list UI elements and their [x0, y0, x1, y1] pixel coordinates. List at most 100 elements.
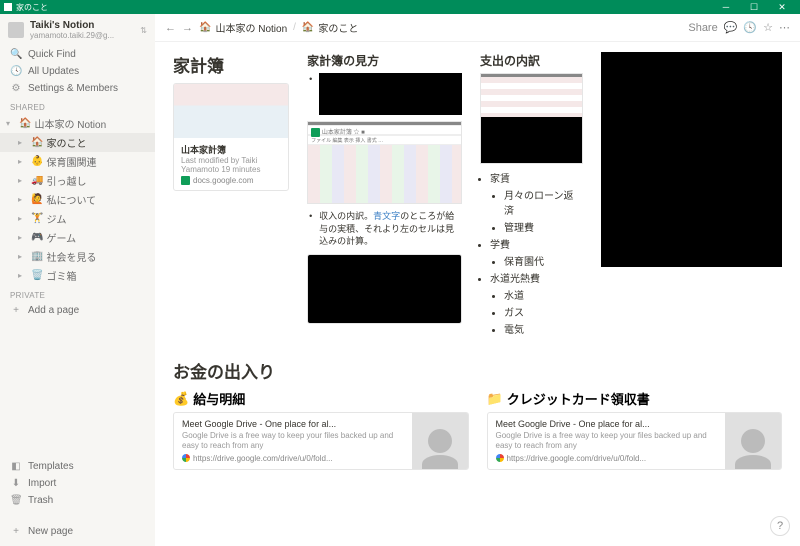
drive-url: https://drive.google.com/drive/u/0/fold.…: [193, 454, 333, 463]
drive-thumb: [725, 413, 781, 469]
list-item: 水道光熱費: [490, 270, 583, 285]
nav-forward[interactable]: →: [182, 22, 193, 34]
section-shared: SHARED: [0, 97, 155, 114]
import-icon: ⬇: [10, 478, 22, 489]
gear-icon: ⚙: [10, 83, 22, 94]
heading-expense: 支出の内訳: [480, 52, 583, 69]
nav-settings[interactable]: ⚙Settings & Members: [0, 80, 155, 97]
add-page[interactable]: +Add a page: [0, 302, 155, 319]
topbar: ← → 🏠山本家の Notion / 🏠家のこと Share 💬 🕓 ☆ ⋯: [155, 14, 800, 42]
drive-desc: Google Drive is a free way to keep your …: [496, 431, 718, 452]
tree-item-gym[interactable]: ▸🏋️ジム: [0, 209, 155, 228]
window-titlebar: 家のこと ─ ☐ ✕: [0, 0, 800, 14]
list-item: 学費: [490, 236, 583, 251]
list-item: 電気: [504, 321, 583, 336]
tree-item-trash-page[interactable]: ▸🗑️ゴミ箱: [0, 266, 155, 285]
list-item: 水道: [504, 287, 583, 302]
drive-title: Meet Google Drive - One place for al...: [182, 419, 404, 429]
star-icon[interactable]: ☆: [763, 21, 773, 34]
clock-icon[interactable]: 🕓: [743, 21, 757, 34]
sheet-preview-3[interactable]: [480, 73, 583, 164]
chevron-expand-icon: ⇅: [140, 26, 147, 35]
drive-thumb: [412, 413, 468, 469]
bullet-1: [319, 73, 462, 115]
list-item: 家賃: [490, 170, 583, 185]
bookmark-sub: Last modified by Taiki Yamamoto 19 minut…: [181, 156, 281, 174]
folder-icon: 📁: [487, 391, 503, 407]
updates-icon[interactable]: 💬: [724, 21, 738, 34]
money-bag-icon: 💰: [173, 391, 189, 407]
tree-root[interactable]: ▾🏠山本家の Notion: [0, 114, 155, 133]
new-page[interactable]: +New page: [0, 523, 155, 540]
sheet-preview-2[interactable]: [307, 254, 462, 324]
breadcrumb-parent[interactable]: 🏠山本家の Notion: [199, 20, 287, 35]
tree-item-nursery[interactable]: ▸👶保育園関連: [0, 152, 155, 171]
plus-icon: +: [10, 305, 22, 316]
breadcrumb-separator: /: [293, 22, 296, 33]
google-icon: [182, 454, 190, 462]
workspace-avatar: [8, 22, 24, 38]
drive-title: Meet Google Drive - One place for al...: [496, 419, 718, 429]
redacted-image-large: [601, 52, 782, 267]
nav-trash[interactable]: 🗑Trash: [0, 492, 155, 509]
more-icon[interactable]: ⋯: [779, 21, 790, 34]
list-item: 月々のローン返済: [504, 187, 583, 217]
workspace-switcher[interactable]: Taiki's Notion yamamoto.taiki.29@g... ⇅: [0, 14, 155, 46]
nav-back[interactable]: ←: [165, 22, 176, 34]
heading-credit: 📁クレジットカード領収書: [487, 389, 783, 408]
tree-item-society[interactable]: ▸🏢社会を見る: [0, 247, 155, 266]
person-icon: [428, 429, 452, 453]
bookmark-card-kakeibo[interactable]: 山本家計簿 Last modified by Taiki Yamamoto 19…: [173, 83, 289, 191]
nav-all-updates[interactable]: 🕓All Updates: [0, 63, 155, 80]
share-button[interactable]: Share: [688, 22, 717, 34]
window-title: 家のこと: [16, 2, 48, 13]
list-item: 保育園代: [504, 253, 583, 268]
tree-item-games[interactable]: ▸🎮ゲーム: [0, 228, 155, 247]
nav-quick-find[interactable]: 🔍Quick Find: [0, 46, 155, 63]
breadcrumb-current[interactable]: 🏠家のこと: [302, 20, 358, 35]
help-button[interactable]: ?: [770, 516, 790, 536]
nav-import[interactable]: ⬇Import: [0, 475, 155, 492]
heading-howto: 家計簿の見方: [307, 52, 462, 69]
link-text[interactable]: 青文字: [373, 211, 400, 221]
clock-icon: 🕓: [10, 66, 22, 77]
google-sheets-icon: [181, 176, 190, 185]
redacted-image: [308, 255, 461, 323]
heading-money: お金の出入り: [173, 358, 782, 383]
page-content: 家計簿 山本家計簿 Last modified by Taiki Yamamot…: [155, 42, 800, 546]
drive-card-credit[interactable]: Meet Google Drive - One place for al... …: [487, 412, 783, 470]
drive-card-salary[interactable]: Meet Google Drive - One place for al... …: [173, 412, 469, 470]
sheet-preview-1[interactable]: 山本家計簿 ☆ ■ ファイル 編集 表示 挿入 書式 …: [307, 121, 462, 204]
workspace-name: Taiki's Notion: [30, 20, 134, 31]
heading-kakeibo: 家計簿: [173, 52, 289, 77]
redacted-image: [319, 73, 462, 115]
google-icon: [496, 454, 504, 462]
window-minimize[interactable]: ─: [712, 2, 740, 12]
heading-salary: 💰給与明細: [173, 389, 469, 408]
bookmark-source: docs.google.com: [193, 176, 253, 185]
template-icon: ◧: [10, 461, 22, 472]
tree-item-moving[interactable]: ▸🚚引っ越し: [0, 171, 155, 190]
window-close[interactable]: ✕: [768, 2, 796, 13]
plus-icon: +: [10, 526, 22, 537]
workspace-email: yamamoto.taiki.29@g...: [30, 31, 134, 40]
sidebar: Taiki's Notion yamamoto.taiki.29@g... ⇅ …: [0, 14, 155, 546]
tree-item-home[interactable]: ▸🏠家のこと: [0, 133, 155, 152]
drive-url: https://drive.google.com/drive/u/0/fold.…: [507, 454, 647, 463]
list-item: 管理費: [504, 219, 583, 234]
redacted-image: [481, 117, 582, 163]
bullet-2: 収入の内訳。青文字のところが給与の実積、それより左のセルは見込みの計算。: [319, 210, 462, 248]
tree-item-about-me[interactable]: ▸🙋私について: [0, 190, 155, 209]
caret-right-icon[interactable]: ▸: [18, 138, 28, 147]
section-private: PRIVATE: [0, 285, 155, 302]
nav-templates[interactable]: ◧Templates: [0, 458, 155, 475]
bookmark-thumb: [174, 84, 288, 138]
drive-desc: Google Drive is a free way to keep your …: [182, 431, 404, 452]
app-icon: [4, 3, 12, 11]
caret-down-icon[interactable]: ▾: [6, 119, 16, 128]
search-icon: 🔍: [10, 49, 22, 60]
trash-icon: 🗑: [10, 495, 22, 506]
list-item: ガス: [504, 304, 583, 319]
person-icon: [741, 429, 765, 453]
window-maximize[interactable]: ☐: [740, 2, 768, 13]
